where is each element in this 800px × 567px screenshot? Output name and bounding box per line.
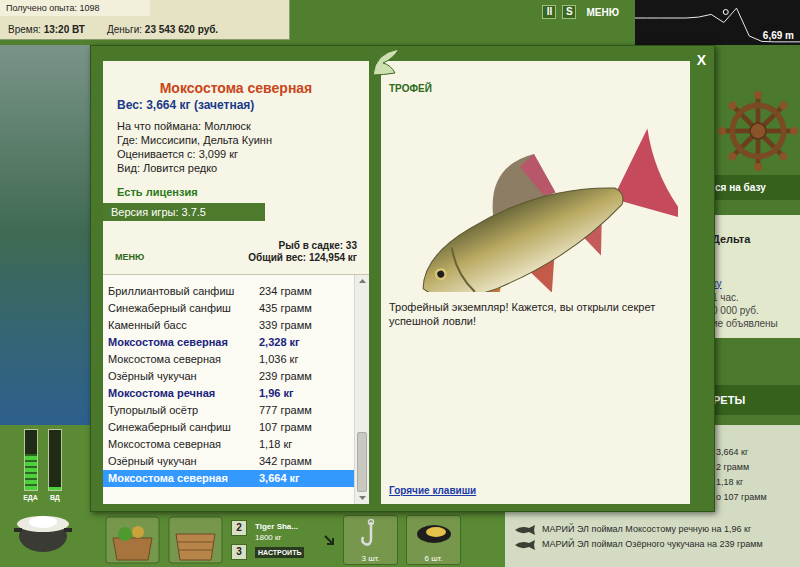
meter: ЕДА (23, 429, 38, 502)
mussel-icon (414, 519, 454, 549)
fish-icon (513, 525, 537, 535)
hud-bar: Получено опыта: 1098 Время: 13:20 ВТ Деньг… (0, 0, 800, 45)
hook-icon (356, 519, 386, 549)
trophy-message: Трофейный экземпляр! Кажется, вы открыли… (389, 300, 682, 328)
catch-row[interactable]: Моксостома северная2,328 кг (103, 334, 354, 351)
fish-detail: Вид: Ловится редко (117, 161, 355, 175)
money: Деньги: 23 543 620 руб. (107, 22, 218, 37)
leaf-ornament-icon (369, 45, 403, 79)
menu-label[interactable]: МЕНЮ (115, 251, 144, 265)
ship-wheel-icon (718, 91, 798, 171)
catch-row[interactable]: Моксостома северная1,036 кг (103, 351, 354, 368)
depth-reading: 6,69 m (763, 28, 794, 43)
trophy-panel: ТРОФЕЙ Трофейный экземпляр! Кажется, вы о… (381, 61, 690, 504)
fish-icon (513, 540, 537, 550)
time: Время: 13:20 ВТ (8, 22, 85, 37)
hotkey[interactable]: 3 (231, 544, 247, 560)
stats-box: Получено опыта: 1098 Время: 13:20 ВТ Деньг… (0, 0, 290, 40)
location-info: ие объявлены (712, 317, 800, 330)
location-name: Дельта (712, 231, 800, 248)
total-weight: Общий вес: 124,954 кг (248, 252, 357, 264)
catch-row[interactable]: Моксостома северная3,664 кг (103, 470, 354, 487)
tackle-slot[interactable]: 3 шт. (343, 515, 398, 565)
location-info: 1 час. (712, 291, 800, 304)
tackle-slot[interactable]: 6 шт. (406, 515, 461, 565)
catch-list: Бриллиантовый санфиш234 граммСинежаберны… (103, 274, 369, 504)
catch-row[interactable]: Моксостома северная1,18 кг (103, 436, 354, 453)
reel-slot[interactable]: Tiger Sha...1800 кгНАСТРОИТЬ (255, 522, 315, 558)
configure-button[interactable]: НАСТРОИТЬ (255, 547, 304, 558)
catch-row[interactable]: Каменный басс339 грамм (103, 317, 354, 334)
catch-row[interactable]: Озёрный чукучан239 грамм (103, 368, 354, 385)
experience: Получено опыта: 1098 (0, 0, 150, 16)
fish-detail: На что поймана: Моллюск (117, 119, 355, 133)
top-button[interactable]: МЕНЮ (582, 5, 623, 21)
scroll-thumb[interactable] (357, 432, 367, 492)
scroll-down-icon[interactable] (355, 492, 370, 504)
version-bar: Версия игры: 3.7.5 (103, 203, 265, 221)
catch-row[interactable]: Озёрный чукучан342 грамм (103, 453, 354, 470)
meter-fill (25, 454, 37, 490)
catch-info-panel: Моксостома севернаяВес: 3,664 кг (зачетн… (103, 61, 369, 504)
fish-detail: Оценивается с: 3,099 кг (117, 147, 355, 161)
license: Есть лицензия (117, 185, 355, 199)
arrow-icon[interactable] (323, 534, 335, 546)
trophy-heading: ТРОФЕЙ (389, 83, 682, 95)
catch-row[interactable]: Синежаберный санфиш107 грамм (103, 419, 354, 436)
catch-dialog: X Моксостома севернаяВес: 3,664 кг (зачет… (90, 45, 715, 512)
fish-title: Моксостома северная (117, 79, 355, 97)
keepnet-basket-icon[interactable] (168, 516, 223, 564)
meter-fill (49, 487, 61, 490)
game-screen: Получено опыта: 1098 Время: 13:20 ВТ Деньг… (0, 0, 800, 567)
keepnet-count: Рыб в садке: 33 (279, 240, 357, 252)
top-button[interactable]: II (542, 5, 556, 19)
feed-row: МАРИЙ ЭЛ поймал Озёрного чукучана на 239… (505, 537, 800, 552)
depth-chart: 6,69 m (635, 0, 800, 45)
top-button[interactable]: S (562, 5, 576, 19)
hotkey[interactable]: 2 (231, 520, 247, 536)
catch-row[interactable]: Синежаберный санфиш435 грамм (103, 300, 354, 317)
meter: ВД (48, 429, 62, 502)
food-pot-icon[interactable] (12, 506, 74, 554)
feed-row: МАРИЙ ЭЛ поймал Моксостому речную на 1,9… (505, 522, 800, 537)
bait-basket-icon[interactable] (105, 516, 160, 564)
catch-row[interactable]: Бриллиантовый санфиш234 грамм (103, 283, 354, 300)
catch-row[interactable]: Моксостома речная1,96 кг (103, 385, 354, 402)
fish-weight: Вес: 3,664 кг (зачетная) (117, 97, 355, 113)
scrollbar[interactable] (354, 275, 369, 504)
close-button[interactable]: X (697, 52, 706, 68)
fish-detail: Где: Миссисипи, Дельта Куинн (117, 133, 355, 147)
location-info: 0 000 руб. (712, 304, 800, 317)
hotkeys-link[interactable]: Горячие клавиши (389, 483, 682, 498)
catch-row[interactable]: Тупорылый осётр777 грамм (103, 402, 354, 419)
scroll-up-icon[interactable] (355, 275, 370, 287)
trophy-fish-icon (393, 97, 678, 292)
location-link[interactable]: ку (712, 276, 800, 291)
